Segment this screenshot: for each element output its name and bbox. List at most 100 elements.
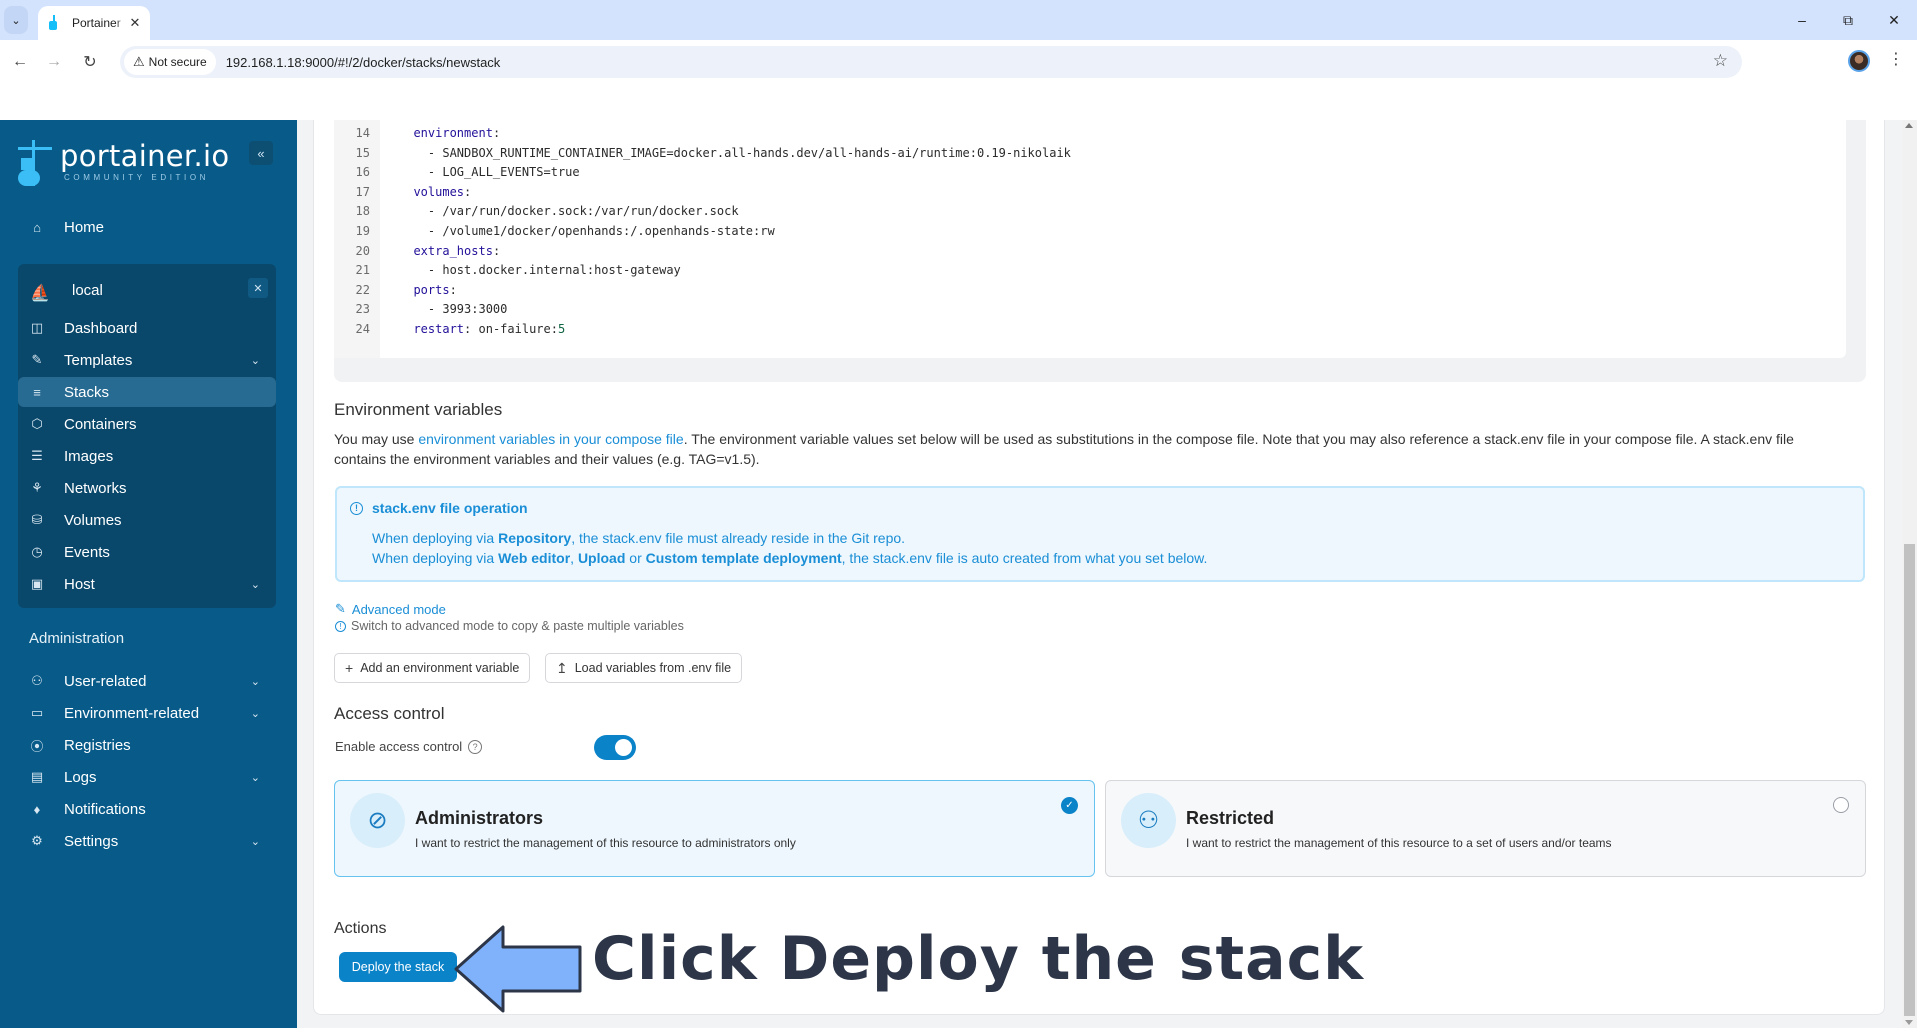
portainer-logo[interactable]: portainer.io COMMUNITY EDITION: [18, 140, 229, 186]
clear-environment-button[interactable]: ✕: [248, 278, 268, 298]
environment-variables-description: You may use environment variables in you…: [334, 429, 1844, 469]
sidebar-item-images[interactable]: ☰ Images: [18, 441, 276, 471]
address-bar[interactable]: ⚠ Not secure 192.168.1.18:9000/#!/2/dock…: [120, 46, 1742, 78]
chevron-down-icon[interactable]: ⌄: [251, 707, 260, 720]
docker-whale-icon: ⛵: [30, 285, 50, 302]
scrollbar-thumb[interactable]: [1904, 544, 1915, 1016]
administration-heading: Administration: [29, 630, 125, 647]
code-line: 20 extra_hosts:: [334, 242, 501, 262]
sidebar-item-label: Logs: [64, 768, 97, 786]
forward-arrow-icon[interactable]: →: [42, 50, 66, 74]
url-text[interactable]: 192.168.1.18:9000/#!/2/docker/stacks/new…: [226, 55, 501, 70]
sidebar-item-dashboard[interactable]: ◫ Dashboard: [18, 313, 276, 343]
reload-icon[interactable]: ↻: [78, 50, 102, 74]
warning-triangle-icon: ⚠: [133, 54, 145, 69]
code-line: 14 environment:: [334, 124, 501, 144]
chevron-down-icon[interactable]: ⌄: [251, 578, 260, 591]
add-environment-variable-button[interactable]: + Add an environment variable: [334, 653, 531, 683]
eye-off-icon: ⊘: [350, 793, 405, 848]
info-text: ,: [570, 550, 578, 566]
line-number: 23: [355, 302, 370, 317]
sidebar-item-label: Volumes: [64, 511, 122, 529]
sidebar-item-label: Settings: [64, 832, 119, 850]
sidebar-item-label: Networks: [64, 479, 127, 497]
file-text-icon: ▤: [30, 769, 44, 784]
security-indicator[interactable]: ⚠ Not secure: [124, 49, 216, 75]
scroll-down-arrow-icon[interactable]: [1905, 1020, 1913, 1025]
sidebar-item-settings[interactable]: ⚙ Settings ⌄: [18, 826, 276, 856]
yaml-value: - LOG_ALL_EVENTS=true: [427, 165, 580, 180]
sidebar-item-label: Notifications: [64, 800, 146, 818]
sidebar-item-templates[interactable]: ✎ Templates ⌄: [18, 345, 276, 375]
sidebar-item-volumes[interactable]: ⛁ Volumes: [18, 505, 276, 535]
desc-text: You may use: [334, 431, 419, 447]
access-option-restricted[interactable]: ⚇ Restricted I want to restrict the mana…: [1105, 780, 1866, 877]
compose-code-editor[interactable]: 14 environment: 15 - SANDBOX_RUNTIME_CONT…: [334, 120, 1846, 358]
tab-close-icon[interactable]: ✕: [126, 15, 144, 31]
info-text: or: [625, 550, 646, 566]
minimize-icon[interactable]: –: [1779, 0, 1825, 40]
line-number: 22: [355, 282, 370, 297]
advanced-mode-link[interactable]: ✎ Advanced mode: [335, 601, 446, 617]
browser-tab-bar: ⌄ Portainer ✕ – ⧉ ✕: [0, 0, 1917, 40]
chevron-down-icon[interactable]: ⌄: [251, 835, 260, 848]
environment-header[interactable]: ⛵ local: [28, 276, 268, 304]
sidebar-item-label: Environment-related: [64, 704, 200, 722]
portainer-app: portainer.io COMMUNITY EDITION « ⌂ Home …: [0, 120, 1917, 1028]
collapse-sidebar-button[interactable]: «: [249, 141, 273, 165]
env-variables-docs-link[interactable]: environment variables in your compose fi…: [418, 431, 683, 447]
bookmark-star-icon[interactable]: ☆: [1713, 51, 1728, 71]
sidebar-item-label: User-related: [64, 672, 147, 690]
deploy-stack-button[interactable]: Deploy the stack: [339, 952, 457, 982]
host-icon: ▣: [30, 576, 44, 591]
sidebar-item-host[interactable]: ▣ Host ⌄: [18, 569, 276, 599]
database-icon: ⛁: [31, 512, 43, 527]
yaml-key: ports: [413, 282, 450, 297]
restore-icon[interactable]: ⧉: [1825, 0, 1871, 40]
access-option-administrators[interactable]: ⊘ Administrators I want to restrict the …: [334, 780, 1095, 877]
environment-name: local: [72, 281, 103, 299]
sidebar-item-home[interactable]: ⌂ Home: [18, 212, 276, 242]
info-circle-icon: !: [350, 501, 363, 515]
load-env-file-button[interactable]: ↥ Load variables from .env file: [545, 653, 743, 683]
line-number: 17: [355, 184, 370, 199]
scroll-up-arrow-icon[interactable]: [1905, 123, 1913, 128]
profile-avatar[interactable]: [1848, 50, 1870, 72]
kebab-menu-icon[interactable]: ⋮: [1888, 49, 1904, 69]
browser-tab[interactable]: Portainer ✕: [38, 6, 150, 40]
page-scrollbar[interactable]: [1902, 120, 1917, 1028]
code-line: 15 - SANDBOX_RUNTIME_CONTAINER_IMAGE=doc…: [334, 144, 1071, 164]
chevron-down-icon[interactable]: ⌄: [251, 354, 260, 367]
access-control-toggle[interactable]: [594, 735, 636, 760]
upload-icon: ↥: [556, 659, 568, 676]
label-text: Enable access control: [335, 739, 463, 754]
yaml-key: extra_hosts: [413, 243, 493, 258]
sidebar-item-stacks[interactable]: ≡ Stacks: [18, 377, 276, 407]
sidebar-item-user-related[interactable]: ⚇ User-related ⌄: [18, 666, 276, 696]
sidebar-item-registries[interactable]: ⦿ Registries: [18, 730, 276, 760]
radio-button[interactable]: [1833, 797, 1849, 813]
sidebar-item-logs[interactable]: ▤ Logs ⌄: [18, 762, 276, 792]
tab-search-button[interactable]: ⌄: [4, 6, 28, 34]
sidebar-item-containers[interactable]: ⬡ Containers: [18, 409, 276, 439]
sidebar-item-environment-related[interactable]: ▭ Environment-related ⌄: [18, 698, 276, 728]
box-icon: ⬡: [31, 416, 43, 431]
code-line: 22 ports:: [334, 281, 457, 301]
sidebar-item-networks[interactable]: ⚘ Networks: [18, 473, 276, 503]
info-circle-icon: !: [335, 620, 346, 632]
option-title: Administrators: [415, 808, 544, 828]
info-line-web-editor: When deploying via Web editor, Upload or…: [372, 550, 1207, 566]
line-number: 14: [355, 126, 370, 140]
double-chevron-left-icon: «: [257, 145, 265, 161]
info-bold: Custom template deployment: [645, 550, 842, 566]
close-window-icon[interactable]: ✕: [1871, 0, 1917, 40]
layers-icon: ≡: [33, 384, 41, 400]
actions-heading: Actions: [334, 920, 387, 937]
sidebar-item-notifications[interactable]: ♦ Notifications: [18, 794, 276, 824]
chevron-down-icon[interactable]: ⌄: [251, 675, 260, 688]
back-arrow-icon[interactable]: ←: [8, 50, 32, 74]
sidebar-item-events[interactable]: ◷ Events: [18, 537, 276, 567]
help-question-icon[interactable]: ?: [468, 739, 483, 754]
chevron-down-icon[interactable]: ⌄: [251, 771, 260, 784]
annotation-arrow-icon: [454, 925, 582, 1013]
